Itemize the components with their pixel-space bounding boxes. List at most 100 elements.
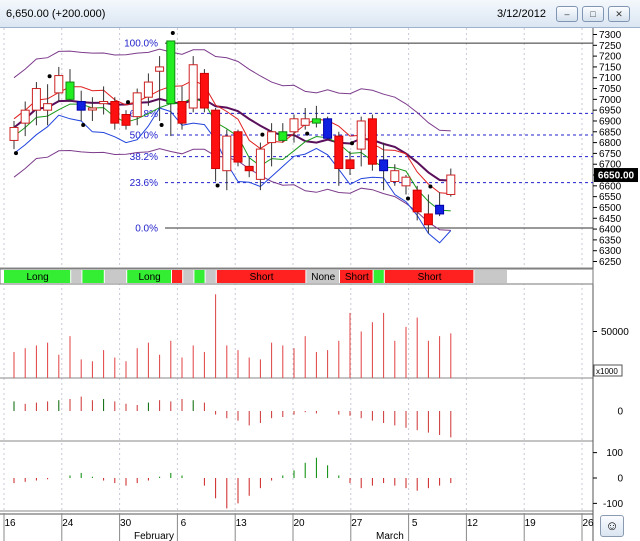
y-tick-label: 6800 [599,138,622,149]
y-tick-label: 6750 [599,149,622,160]
smiley-icon[interactable]: ☺ [600,515,624,537]
candle-body [367,118,377,165]
candle-body [255,148,265,180]
candle-body [356,120,366,150]
candle-body [222,135,232,172]
fib-label: 0.0% [135,224,158,235]
y-tick-label: 7100 [599,73,622,84]
y-tick-label: 6900 [599,116,622,127]
x-tick-label: 30 [120,518,132,529]
candle-body [143,81,153,98]
window-titlebar: 6,650.00 (+200.000) 3/12/2012 – □ ✕ [0,0,640,28]
fib-label: 23.6% [130,178,158,189]
y-tick-label: 7200 [599,52,622,63]
candle-body [76,101,86,111]
signal-segment [82,270,104,283]
candle-body [31,88,41,111]
candle-body [121,113,131,126]
candle-body [132,92,142,118]
signal-label: Long [138,272,160,283]
candle-body [300,118,310,126]
volume-tick-label: 50000 [601,327,629,338]
signal-segment [373,270,384,283]
close-icon[interactable]: ✕ [608,6,630,22]
signal-label: Short [345,272,369,283]
candle-body [345,159,355,170]
candle-body [401,176,411,187]
blue-ma-line [13,107,452,244]
candle-body [379,159,389,172]
signal-segment [104,270,127,283]
candle-body [99,101,109,105]
signal-label: Short [418,272,442,283]
swing-marker [215,183,220,188]
fib-label: 38.2% [130,152,158,163]
candle-body [244,165,254,172]
candle-body [233,131,243,163]
y-tick-label: 7250 [599,41,622,52]
y-tick-label: 7300 [599,30,622,41]
swing-marker [428,184,433,189]
candle-body [9,126,19,141]
signal-segment [194,270,205,283]
candle-body [311,118,321,124]
y-tick-label: 7050 [599,84,622,95]
last-price-label: 6650.00 [598,171,635,182]
restore-icon[interactable]: □ [582,6,604,22]
swing-marker [350,141,354,146]
candle-body [166,40,176,105]
signal-label: None [311,272,335,283]
y-tick-label: 6350 [599,235,622,246]
candle-body [155,66,165,72]
y-tick-label: 6950 [599,106,622,117]
candle-body [188,64,198,109]
swing-marker [260,132,265,137]
osc1-tick-label: 0 [617,407,623,418]
signal-label: Short [250,272,274,283]
candle-body [177,101,187,124]
candle-body [278,131,288,141]
y-tick-label: 6600 [599,181,622,192]
candle-body [390,170,400,183]
y-tick-label: 6300 [599,246,622,257]
candle-body [289,118,299,133]
candle-body [87,107,97,111]
x-tick-label: 24 [62,518,74,529]
fib-label: 100.0% [124,39,158,50]
candle-body [323,118,333,139]
candle-body [423,213,433,226]
signal-segment [172,270,183,283]
candle-body [412,189,422,213]
red-ma-line [13,79,451,195]
volume-multiplier-label: x1000 [596,367,618,376]
signal-label: Long [26,272,48,283]
x-tick-label: 5 [412,518,418,529]
candle-body [65,81,75,100]
y-tick-label: 7000 [599,95,622,106]
candle-body [43,103,53,111]
x-tick-label: 27 [351,518,363,529]
candle-body [435,204,445,215]
swing-marker [47,74,52,79]
signal-segment [205,270,216,283]
price-chart: 6250630063506400645065006550660066506700… [0,28,640,541]
candle-body [199,72,209,109]
signal-segment [474,270,507,283]
x-tick-label: 13 [236,518,248,529]
swing-marker [126,100,130,105]
swing-marker [14,151,18,156]
x-tick-label: 19 [525,518,537,529]
x-tick-label: 26 [582,518,594,529]
candle-body [54,75,64,94]
window-date: 3/12/2012 [497,8,546,20]
y-tick-label: 6400 [599,225,622,236]
month-label: March [376,531,404,541]
y-tick-label: 7150 [599,62,622,73]
x-tick-label: 16 [4,518,16,529]
upper-band-line [13,48,451,132]
swing-marker [159,122,164,127]
minimize-icon[interactable]: – [556,6,578,22]
osc2-tick-label: 100 [606,448,623,459]
y-tick-label: 6500 [599,203,622,214]
candle-body [110,101,120,124]
